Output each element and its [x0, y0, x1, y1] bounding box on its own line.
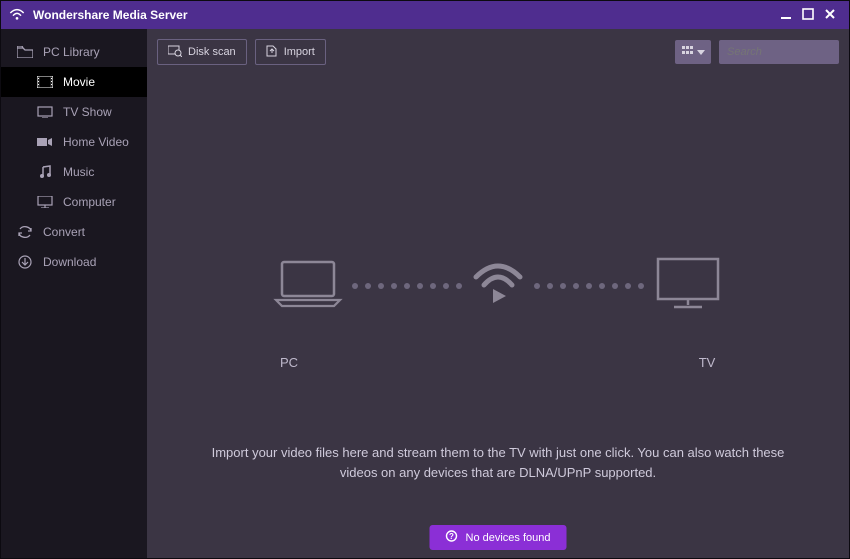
main-panel: Disk scan Import: [147, 29, 849, 558]
wifi-play-icon: [470, 259, 526, 312]
sidebar-item-music[interactable]: Music: [1, 157, 147, 187]
film-icon: [37, 75, 53, 89]
sidebar-item-label: Movie: [63, 75, 95, 89]
sidebar-item-movie[interactable]: Movie: [1, 67, 147, 97]
sidebar-item-label: TV Show: [63, 105, 112, 119]
disk-scan-button[interactable]: Disk scan: [157, 39, 247, 65]
music-icon: [37, 165, 53, 179]
app-title: Wondershare Media Server: [33, 8, 188, 22]
sidebar-header-pc-library[interactable]: PC Library: [1, 37, 147, 67]
tv-big-icon: [652, 255, 724, 316]
import-button[interactable]: Import: [255, 39, 326, 65]
sidebar-header-label: PC Library: [43, 45, 100, 59]
content-area: PC TV Import your video files here and s…: [147, 75, 849, 558]
app-window: Wondershare Media Server PC Library: [0, 0, 850, 559]
chevron-down-icon: [697, 43, 705, 61]
toolbar: Disk scan Import: [147, 29, 849, 75]
dots-left: [352, 283, 462, 289]
search-box[interactable]: [719, 40, 839, 64]
sidebar-item-label: Computer: [63, 195, 116, 209]
dots-right: [534, 283, 644, 289]
download-icon: [17, 255, 33, 269]
folder-icon: [17, 45, 33, 59]
sidebar-item-download[interactable]: Download: [1, 247, 147, 277]
button-label: Import: [284, 46, 315, 58]
grid-icon: [682, 43, 694, 61]
close-button[interactable]: [819, 8, 841, 22]
wifi-logo-icon: [9, 8, 25, 22]
help-icon: ?: [446, 530, 458, 545]
view-mode-button[interactable]: [675, 40, 711, 64]
monitor-icon: [37, 195, 53, 209]
sidebar-item-tvshow[interactable]: TV Show: [1, 97, 147, 127]
sidebar: PC Library Movie TV Show Home Video: [1, 29, 147, 558]
sidebar-item-convert[interactable]: Convert: [1, 217, 147, 247]
instruction-text: Import your video files here and stream …: [197, 443, 799, 482]
sidebar-item-label: Convert: [43, 225, 85, 239]
sidebar-item-label: Download: [43, 255, 96, 269]
tv-icon: [37, 105, 53, 119]
streaming-illustration: [147, 255, 849, 316]
tv-caption: TV: [677, 355, 737, 370]
sidebar-item-label: Music: [63, 165, 94, 179]
button-label: Disk scan: [188, 46, 236, 58]
laptop-icon: [272, 258, 344, 313]
device-status-button[interactable]: ? No devices found: [430, 525, 567, 550]
search-input[interactable]: [727, 46, 850, 58]
sidebar-item-computer[interactable]: Computer: [1, 187, 147, 217]
camcorder-icon: [37, 135, 53, 149]
convert-icon: [17, 225, 33, 239]
disk-scan-icon: [168, 45, 182, 60]
sidebar-item-homevideo[interactable]: Home Video: [1, 127, 147, 157]
minimize-button[interactable]: [775, 8, 797, 22]
pc-caption: PC: [259, 355, 319, 370]
import-icon: [266, 45, 278, 60]
sidebar-item-label: Home Video: [63, 135, 129, 149]
svg-text:?: ?: [449, 532, 454, 541]
titlebar[interactable]: Wondershare Media Server: [1, 1, 849, 29]
status-label: No devices found: [466, 532, 551, 544]
maximize-button[interactable]: [797, 8, 819, 22]
